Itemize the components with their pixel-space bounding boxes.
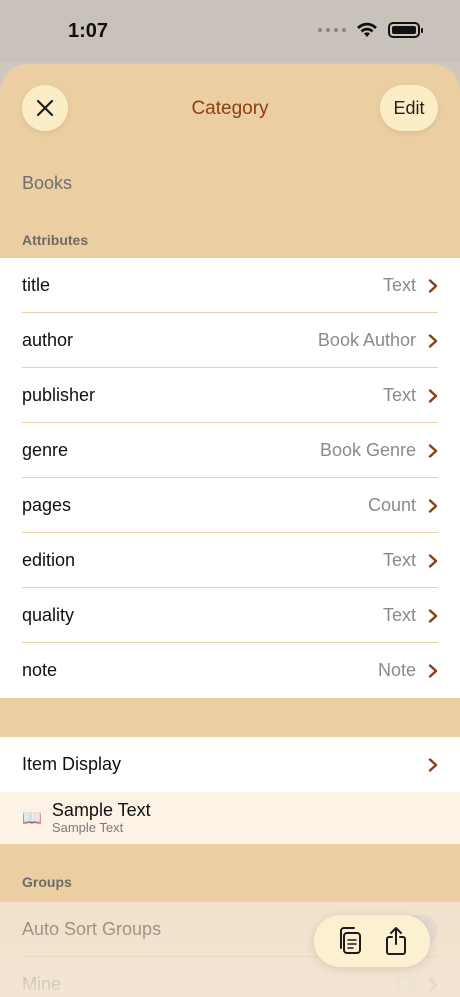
chevron-right-icon (428, 663, 438, 678)
chevron-right-icon (428, 278, 438, 293)
sample-text-block: Sample Text Sample Text (52, 800, 151, 836)
status-icons (318, 22, 423, 38)
attribute-type: Text (382, 605, 416, 625)
cellular-signal-icon (318, 28, 346, 32)
attribute-row-edition[interactable]: edition Text (0, 533, 460, 588)
attributes-list: title Text author Book Author publisher … (0, 258, 460, 698)
attribute-label: quality (22, 605, 75, 625)
attribute-type: Text (382, 550, 416, 570)
attribute-row-quality[interactable]: quality Text (0, 588, 460, 643)
attribute-row-author[interactable]: author Book Author (0, 313, 460, 368)
chevron-right-icon (428, 977, 438, 992)
copy-icon[interactable] (337, 926, 363, 956)
attribute-type: Text (382, 275, 416, 295)
attribute-row-genre[interactable]: genre Book Genre (0, 423, 460, 478)
chevron-right-icon (428, 757, 438, 772)
battery-icon (388, 22, 423, 38)
chevron-right-icon (428, 608, 438, 623)
chevron-right-icon (428, 553, 438, 568)
chevron-right-icon (428, 443, 438, 458)
attribute-row-title[interactable]: title Text (0, 258, 460, 313)
auto-sort-groups-label: Auto Sort Groups (22, 919, 162, 939)
group-label: Mine (22, 974, 62, 994)
attribute-row-note[interactable]: note Note (0, 643, 460, 698)
chevron-right-icon (428, 498, 438, 513)
group-count-badge: 0 (393, 976, 416, 993)
item-display-preview: 📖 Sample Text Sample Text (0, 792, 460, 844)
chevron-right-icon (428, 333, 438, 348)
attribute-label: title (22, 275, 51, 295)
attribute-label: genre (22, 440, 69, 460)
sample-title: Sample Text (51, 800, 151, 820)
attribute-row-pages[interactable]: pages Count (0, 478, 460, 533)
attribute-label: pages (22, 495, 72, 515)
book-icon: 📖 (22, 810, 42, 827)
wifi-icon (357, 22, 377, 37)
category-name: Books (22, 172, 73, 193)
floating-action-bar (314, 915, 430, 967)
groups-header: Groups (22, 874, 72, 890)
attribute-type: Text (382, 385, 416, 405)
attribute-row-publisher[interactable]: publisher Text (0, 368, 460, 423)
attribute-type: Count (367, 495, 416, 515)
item-display-list: Item Display (0, 737, 460, 792)
item-display-row[interactable]: Item Display (0, 737, 460, 792)
nav-bar: Category Edit (0, 64, 460, 154)
category-sheet: Category Edit Books Attributes title Tex… (0, 64, 460, 997)
attribute-type: Book Author (317, 330, 416, 350)
attribute-label: edition (22, 550, 76, 570)
attribute-type: Note (377, 660, 416, 680)
share-icon[interactable] (384, 926, 408, 956)
attribute-label: note (22, 660, 58, 680)
attribute-label: publisher (22, 385, 96, 405)
item-display-label: Item Display (22, 754, 122, 774)
edit-button[interactable]: Edit (380, 85, 438, 131)
attribute-label: author (22, 330, 74, 350)
status-time: 1:07 (68, 20, 109, 42)
status-bar: 1:07 (0, 0, 460, 62)
attributes-header: Attributes (22, 232, 89, 248)
chevron-right-icon (428, 388, 438, 403)
attribute-type: Book Genre (319, 440, 416, 460)
sample-subtitle: Sample Text (51, 820, 124, 835)
